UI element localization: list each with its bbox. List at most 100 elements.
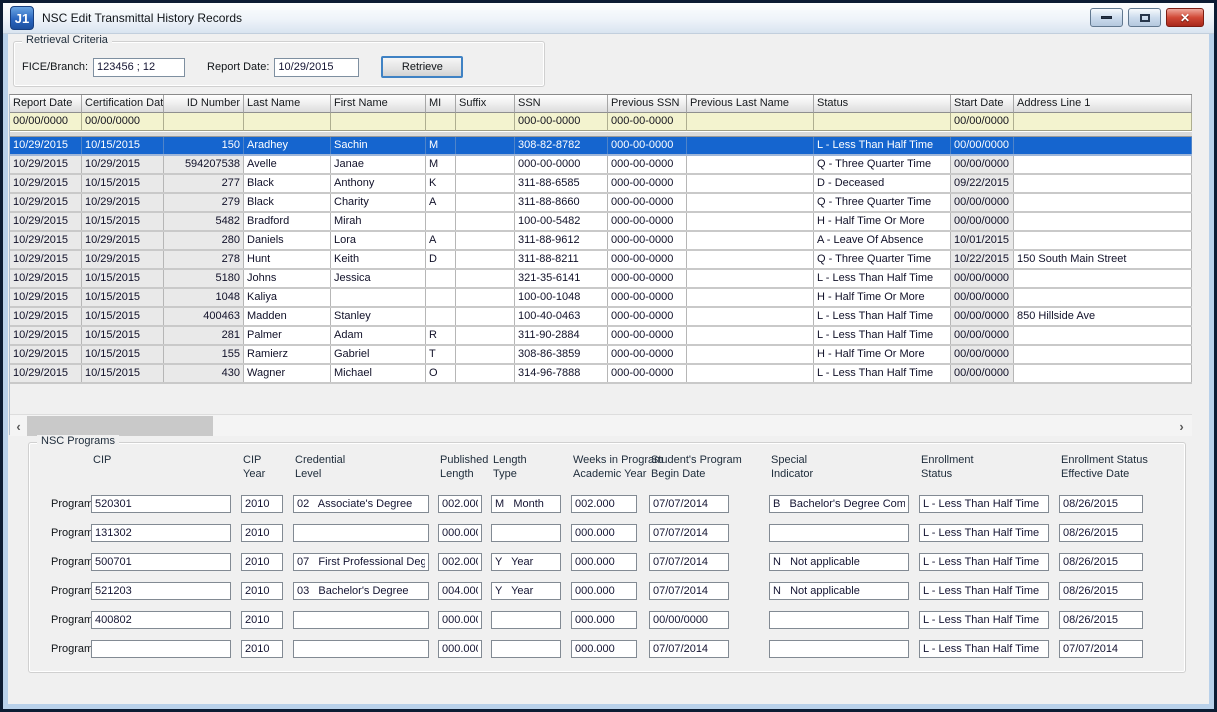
scroll-right-arrow-icon[interactable]: › bbox=[1173, 415, 1190, 437]
column-header-start-date[interactable]: Start Date bbox=[951, 95, 1014, 113]
horizontal-scrollbar[interactable]: ‹ › bbox=[10, 414, 1192, 436]
program-2-length-type-input[interactable] bbox=[491, 524, 561, 542]
column-header-last-name[interactable]: Last Name bbox=[244, 95, 331, 113]
program-6-begin-date-input[interactable] bbox=[649, 640, 729, 658]
column-header-ssn[interactable]: SSN bbox=[515, 95, 608, 113]
minimize-button[interactable] bbox=[1090, 8, 1123, 27]
program-2-special-input[interactable] bbox=[769, 524, 909, 542]
program-3-effective-input[interactable] bbox=[1059, 553, 1143, 571]
program-1-enrollment-input[interactable] bbox=[919, 495, 1049, 513]
program-4-enrollment-input[interactable] bbox=[919, 582, 1049, 600]
filter-cell-first-name[interactable] bbox=[331, 113, 426, 131]
program-5-special-input[interactable] bbox=[769, 611, 909, 629]
grid-row[interactable]: 10/29/201510/15/2015400463MaddenStanley1… bbox=[10, 308, 1192, 327]
grid-row[interactable]: 10/29/201510/29/2015594207538AvelleJanae… bbox=[10, 156, 1192, 175]
grid-row[interactable]: 10/29/201510/15/20151048Kaliya100-00-104… bbox=[10, 289, 1192, 308]
program-3-cip-input[interactable] bbox=[91, 553, 231, 571]
close-button[interactable]: ✕ bbox=[1166, 8, 1204, 27]
program-5-cip-year-input[interactable] bbox=[241, 611, 283, 629]
program-1-begin-date-input[interactable] bbox=[649, 495, 729, 513]
column-header-previous-ssn[interactable]: Previous SSN bbox=[608, 95, 687, 113]
program-4-effective-input[interactable] bbox=[1059, 582, 1143, 600]
retrieve-button[interactable]: Retrieve bbox=[381, 56, 463, 78]
column-header-previous-last-name[interactable]: Previous Last Name bbox=[687, 95, 814, 113]
program-2-credential-input[interactable] bbox=[293, 524, 429, 542]
program-3-weeks-input[interactable] bbox=[571, 553, 637, 571]
maximize-button[interactable] bbox=[1128, 8, 1161, 27]
column-header-report-date[interactable]: Report Date bbox=[10, 95, 82, 113]
program-1-cip-input[interactable] bbox=[91, 495, 231, 513]
grid-row[interactable]: 10/29/201510/15/20155482BradfordMirah100… bbox=[10, 213, 1192, 232]
grid-row[interactable]: 10/29/201510/15/2015430WagnerMichaelO314… bbox=[10, 365, 1192, 384]
column-header-first-name[interactable]: First Name bbox=[331, 95, 426, 113]
program-4-weeks-input[interactable] bbox=[571, 582, 637, 600]
program-2-cip-input[interactable] bbox=[91, 524, 231, 542]
program-3-length-type-input[interactable] bbox=[491, 553, 561, 571]
scroll-left-arrow-icon[interactable]: ‹ bbox=[10, 415, 27, 437]
program-4-begin-date-input[interactable] bbox=[649, 582, 729, 600]
column-header-id-number[interactable]: ID Number bbox=[164, 95, 244, 113]
column-header-certification-date[interactable]: Certification Date bbox=[82, 95, 164, 113]
program-5-enrollment-input[interactable] bbox=[919, 611, 1049, 629]
program-6-effective-input[interactable] bbox=[1059, 640, 1143, 658]
report-date-input[interactable] bbox=[274, 58, 359, 77]
column-header-status[interactable]: Status bbox=[814, 95, 951, 113]
program-5-published-input[interactable] bbox=[438, 611, 482, 629]
grid-row[interactable]: 10/29/201510/15/2015281PalmerAdamR311-90… bbox=[10, 327, 1192, 346]
filter-cell-status[interactable] bbox=[814, 113, 951, 131]
filter-cell-mi[interactable] bbox=[426, 113, 456, 131]
program-1-effective-input[interactable] bbox=[1059, 495, 1143, 513]
filter-cell-id-number[interactable] bbox=[164, 113, 244, 131]
grid-row[interactable]: 10/29/201510/29/2015278HuntKeithD311-88-… bbox=[10, 251, 1192, 270]
program-5-cip-input[interactable] bbox=[91, 611, 231, 629]
program-2-begin-date-input[interactable] bbox=[649, 524, 729, 542]
program-1-special-input[interactable] bbox=[769, 495, 909, 513]
program-6-credential-input[interactable] bbox=[293, 640, 429, 658]
scrollbar-thumb[interactable] bbox=[27, 416, 213, 436]
program-3-enrollment-input[interactable] bbox=[919, 553, 1049, 571]
program-5-length-type-input[interactable] bbox=[491, 611, 561, 629]
filter-cell-last-name[interactable] bbox=[244, 113, 331, 131]
program-2-enrollment-input[interactable] bbox=[919, 524, 1049, 542]
program-6-weeks-input[interactable] bbox=[571, 640, 637, 658]
program-1-length-type-input[interactable] bbox=[491, 495, 561, 513]
program-4-credential-input[interactable] bbox=[293, 582, 429, 600]
program-6-enrollment-input[interactable] bbox=[919, 640, 1049, 658]
program-5-effective-input[interactable] bbox=[1059, 611, 1143, 629]
program-3-published-input[interactable] bbox=[438, 553, 482, 571]
program-3-special-input[interactable] bbox=[769, 553, 909, 571]
program-2-weeks-input[interactable] bbox=[571, 524, 637, 542]
program-5-begin-date-input[interactable] bbox=[649, 611, 729, 629]
program-1-published-input[interactable] bbox=[438, 495, 482, 513]
program-6-cip-input[interactable] bbox=[91, 640, 231, 658]
grid-row[interactable]: 10/29/201510/29/2015280DanielsLoraA311-8… bbox=[10, 232, 1192, 251]
program-6-cip-year-input[interactable] bbox=[241, 640, 283, 658]
grid-row[interactable]: 10/29/201510/29/2015279BlackCharityA311-… bbox=[10, 194, 1192, 213]
program-6-special-input[interactable] bbox=[769, 640, 909, 658]
filter-cell-ssn[interactable]: 000-00-0000 bbox=[515, 113, 608, 131]
program-1-credential-input[interactable] bbox=[293, 495, 429, 513]
column-header-mi[interactable]: MI bbox=[426, 95, 456, 113]
program-6-published-input[interactable] bbox=[438, 640, 482, 658]
filter-cell-previous-ssn[interactable]: 000-00-0000 bbox=[608, 113, 687, 131]
program-2-published-input[interactable] bbox=[438, 524, 482, 542]
program-3-begin-date-input[interactable] bbox=[649, 553, 729, 571]
program-5-weeks-input[interactable] bbox=[571, 611, 637, 629]
grid-row[interactable]: 10/29/201510/15/20155180JohnsJessica321-… bbox=[10, 270, 1192, 289]
column-header-suffix[interactable]: Suffix bbox=[456, 95, 515, 113]
program-4-special-input[interactable] bbox=[769, 582, 909, 600]
grid-row[interactable]: 10/29/201510/15/2015150AradheySachinM308… bbox=[10, 137, 1192, 156]
fice-branch-input[interactable] bbox=[93, 58, 185, 77]
filter-cell-start-date[interactable]: 00/00/0000 bbox=[951, 113, 1014, 131]
program-1-weeks-input[interactable] bbox=[571, 495, 637, 513]
filter-cell-suffix[interactable] bbox=[456, 113, 515, 131]
program-4-published-input[interactable] bbox=[438, 582, 482, 600]
program-6-length-type-input[interactable] bbox=[491, 640, 561, 658]
program-5-credential-input[interactable] bbox=[293, 611, 429, 629]
program-3-cip-year-input[interactable] bbox=[241, 553, 283, 571]
filter-cell-report-date[interactable]: 00/00/0000 bbox=[10, 113, 82, 131]
filter-cell-certification-date[interactable]: 00/00/0000 bbox=[82, 113, 164, 131]
column-header-address-line-1[interactable]: Address Line 1 bbox=[1014, 95, 1192, 113]
program-4-length-type-input[interactable] bbox=[491, 582, 561, 600]
program-1-cip-year-input[interactable] bbox=[241, 495, 283, 513]
